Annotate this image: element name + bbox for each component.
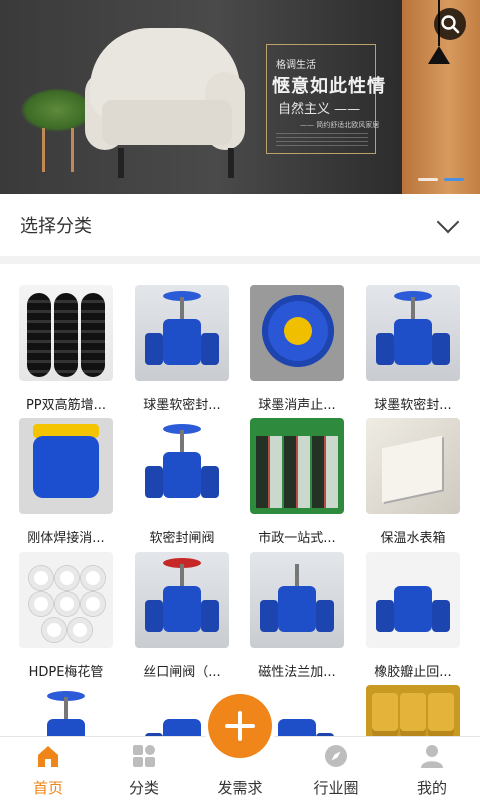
product-card[interactable]: 软密封闸阀 [135, 418, 229, 546]
banner-lamp [428, 46, 450, 64]
promo-banner[interactable]: 格调生活 惬意如此性情 自然主义 —— —— 简约舒适北欧风家居 [0, 0, 480, 194]
product-grid: PP双高筋增... 球墨软密封... 球墨消声止... 球墨软密封... 刚体焊… [0, 264, 480, 736]
nav-item-home[interactable]: 首页 [0, 737, 96, 801]
product-image [366, 285, 460, 381]
user-icon [419, 743, 445, 769]
product-name: 磁性法兰加... [258, 665, 336, 680]
product-image [250, 418, 344, 514]
product-image [366, 552, 460, 648]
product-name: 软密封闸阀 [149, 531, 215, 546]
product-name: PP双高筋增... [25, 398, 107, 413]
product-image [19, 285, 113, 381]
nav-item-profile[interactable]: 我的 [384, 737, 480, 801]
product-image [19, 552, 113, 648]
product-name: 球墨软密封... [374, 398, 452, 413]
nav-label: 行业圈 [313, 779, 359, 797]
product-name: 刚体焊接消... [27, 531, 105, 546]
product-image [19, 685, 113, 736]
product-image [366, 685, 460, 736]
product-name: 保温水表箱 [380, 531, 446, 546]
banner-chair-leg [228, 148, 234, 178]
product-name: 球墨消声止... [258, 398, 336, 413]
banner-fine-print [276, 132, 368, 146]
product-name: 球墨软密封... [143, 398, 221, 413]
plus-icon [208, 694, 272, 758]
product-name: 丝口闸阀（... [143, 665, 221, 680]
post-request-button[interactable] [204, 690, 276, 762]
product-image [250, 285, 344, 381]
search-button[interactable] [434, 8, 466, 40]
home-icon [35, 743, 61, 769]
product-image [135, 552, 229, 648]
product-card[interactable]: 磁性法兰加... [250, 552, 344, 680]
product-card[interactable]: 球墨消声止... [250, 285, 344, 413]
carousel-dot[interactable] [418, 178, 438, 181]
product-image [19, 418, 113, 514]
product-image [250, 552, 344, 648]
banner-small-text: 格调生活 [276, 60, 316, 71]
product-card[interactable] [19, 685, 113, 736]
nav-label: 我的 [416, 779, 447, 797]
product-card[interactable]: HDPE梅花管 [19, 552, 113, 680]
nav-label: 分类 [128, 779, 159, 797]
product-image [135, 418, 229, 514]
nav-label: 发需求 [217, 779, 263, 797]
product-image [366, 418, 460, 514]
product-card[interactable]: 橡胶瓣止回... [366, 552, 460, 680]
product-card[interactable]: PP双高筋增... [19, 285, 113, 413]
compass-icon [323, 743, 349, 769]
chevron-down-icon[interactable] [436, 210, 460, 234]
banner-plant-stand [42, 128, 74, 172]
product-name: 市政一站式... [258, 531, 336, 546]
product-card[interactable]: 刚体焊接消... [19, 418, 113, 546]
carousel-dot-active[interactable] [444, 178, 464, 181]
category-selector[interactable]: 选择分类 [0, 194, 480, 256]
nav-label: 首页 [32, 779, 63, 797]
product-card[interactable]: 球墨软密封... [366, 285, 460, 413]
banner-chair-seat [102, 100, 232, 145]
product-card[interactable]: 保温水表箱 [366, 418, 460, 546]
product-name: HDPE梅花管 [28, 665, 104, 680]
banner-subline: 自然主义 —— [278, 102, 361, 117]
nav-item-category[interactable]: 分类 [96, 737, 192, 801]
banner-chair-leg [118, 148, 124, 178]
search-icon [441, 15, 460, 34]
banner-tiny-text: —— 简约舒适北欧风家居 [300, 121, 380, 129]
product-card[interactable]: 市政一站式... [250, 418, 344, 546]
nav-item-industry[interactable]: 行业圈 [288, 737, 384, 801]
carousel-indicator [418, 178, 464, 181]
banner-plant [20, 88, 94, 132]
product-image [135, 285, 229, 381]
product-card[interactable]: 球墨软密封... [135, 285, 229, 413]
banner-headline: 惬意如此性情 [272, 76, 386, 97]
product-card[interactable]: 丝口闸阀（... [135, 552, 229, 680]
category-icon [131, 743, 157, 769]
category-selector-title: 选择分类 [20, 216, 92, 237]
product-name: 橡胶瓣止回... [374, 665, 452, 680]
product-card[interactable] [366, 685, 460, 736]
